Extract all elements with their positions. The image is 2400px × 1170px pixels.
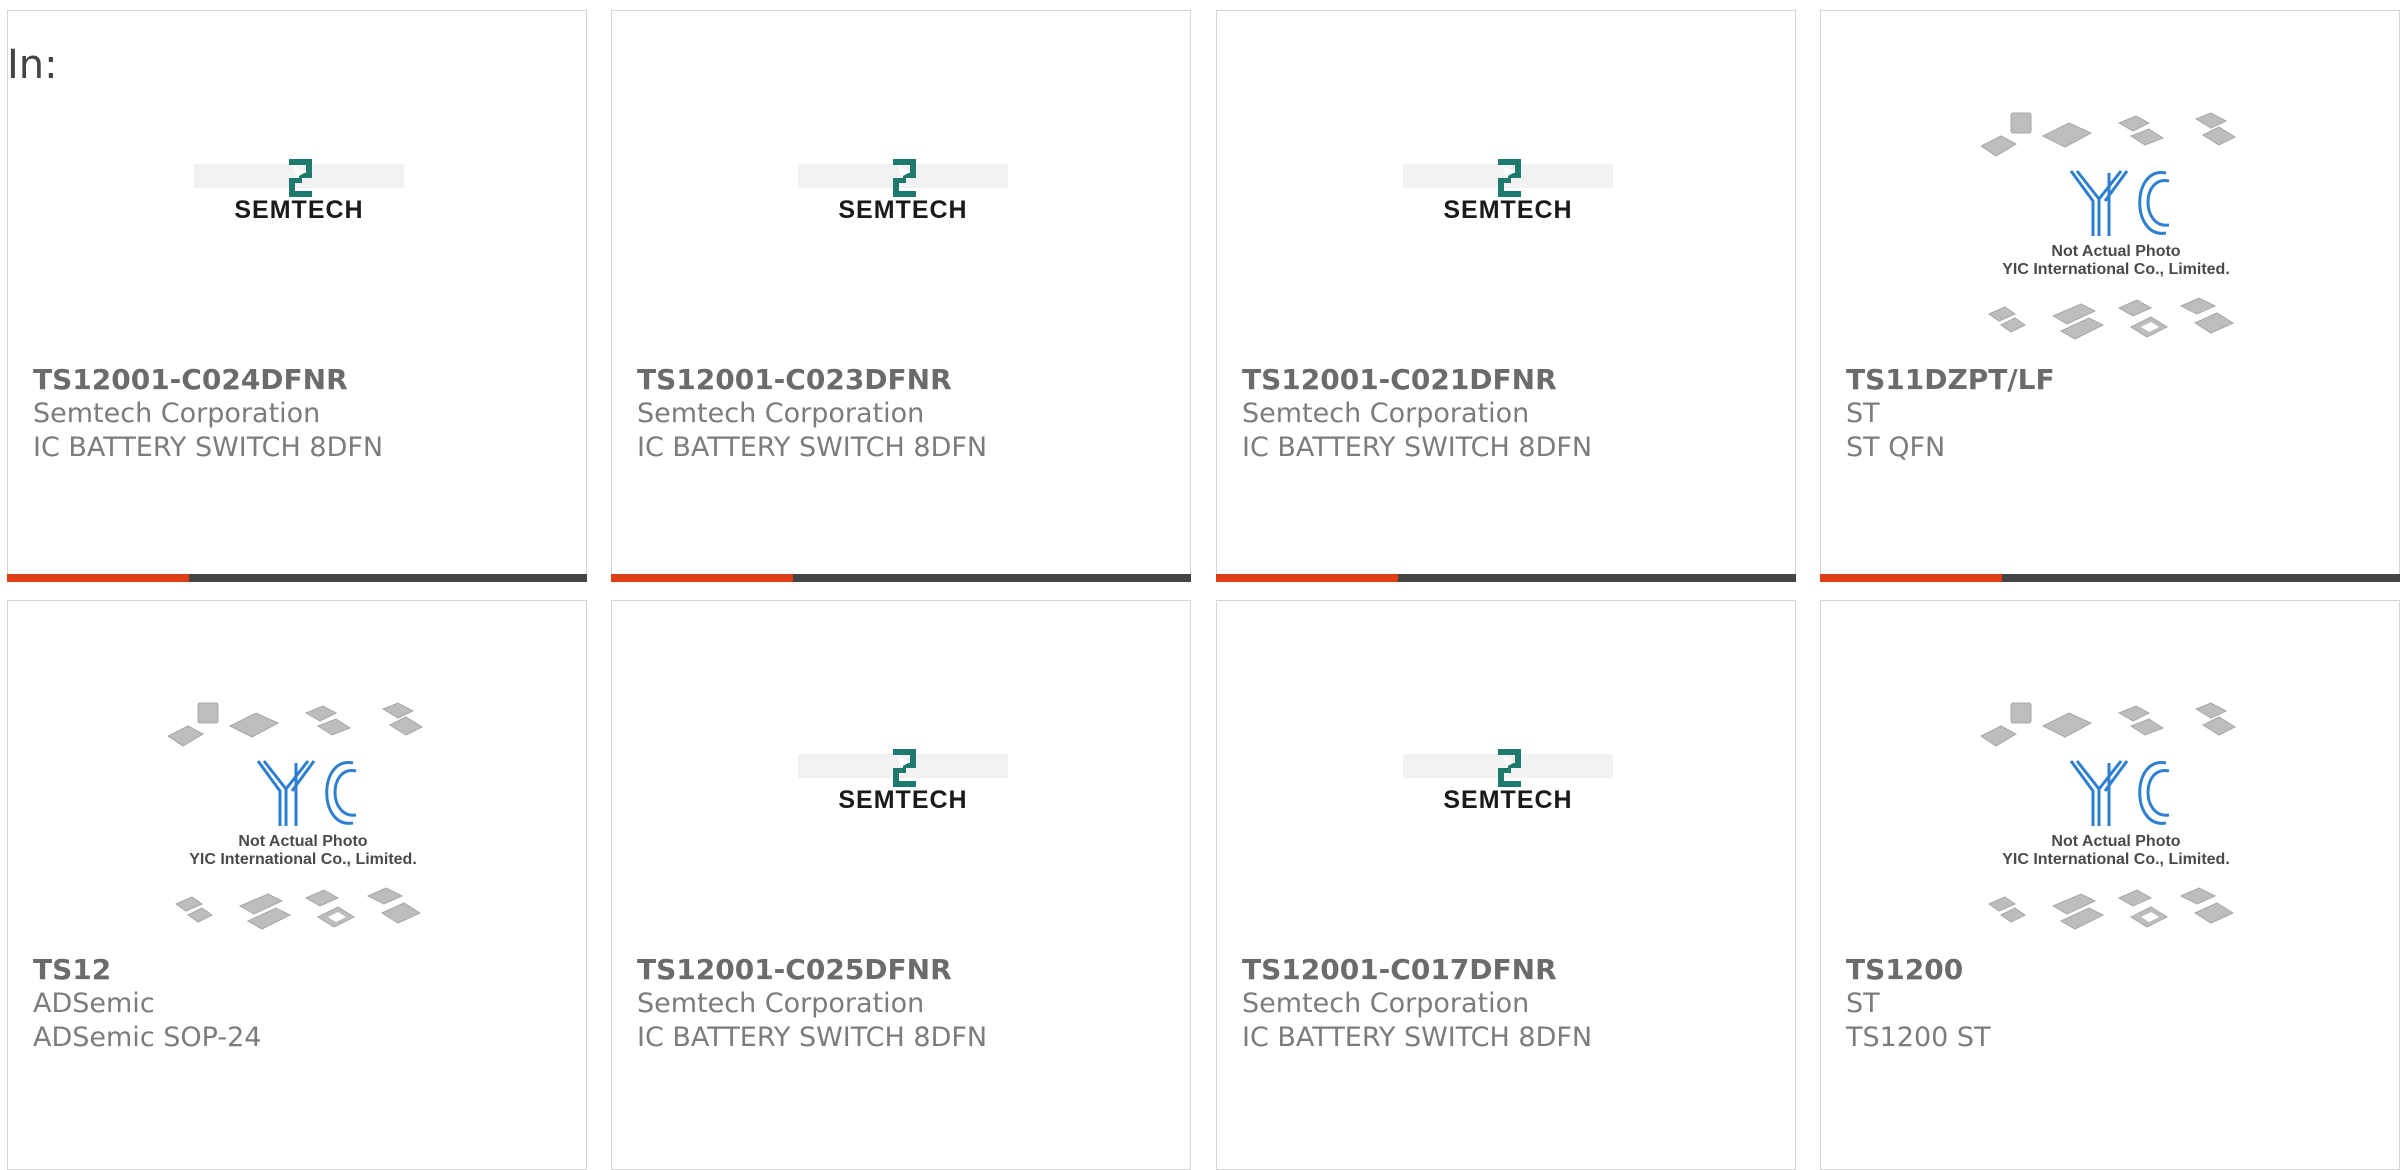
semtech-logo: SEMTECH xyxy=(798,156,1008,226)
in-label: In: xyxy=(7,42,58,88)
card-bottom-bar xyxy=(1820,574,2400,582)
part-number-link[interactable]: TS12001-C021DFNR xyxy=(1242,363,1785,397)
part-number-link[interactable]: TS12001-C025DFNR xyxy=(637,953,1180,987)
product-description: ADSemic SOP-24 xyxy=(33,1022,262,1053)
product-info: TS1200 ST TS1200 ST xyxy=(1846,953,2389,1055)
manufacturer-name: ADSemic xyxy=(33,988,155,1019)
semtech-wordmark: SEMTECH xyxy=(838,196,968,224)
yic-caption-line-1: Not Actual Photo xyxy=(2051,833,2181,850)
manufacturer-name: Semtech Corporation xyxy=(637,398,925,429)
semtech-mark-icon xyxy=(798,159,1008,197)
product-card[interactable]: Not Actual Photo YIC International Co., … xyxy=(1820,600,2400,1170)
manufacturer-name: ST xyxy=(1846,988,1880,1019)
semtech-wordmark: SEMTECH xyxy=(234,196,364,224)
product-card[interactable]: SEMTECH TS12001-C023DFNR Semtech Corporat… xyxy=(611,10,1191,582)
semtech-logo: SEMTECH xyxy=(194,156,404,226)
product-card[interactable]: Not Actual Photo YIC International Co., … xyxy=(7,600,587,1170)
chip-packages-icon xyxy=(1980,112,2237,340)
product-description: IC BATTERY SWITCH 8DFN xyxy=(1242,1022,1593,1053)
product-card[interactable]: SEMTECH TS12001-C017DFNR Semtech Corporat… xyxy=(1216,600,1796,1170)
product-info: TS12001-C017DFNR Semtech Corporation IC BA… xyxy=(1242,953,1785,1055)
product-card[interactable]: SEMTECH TS12001-C025DFNR Semtech Corporat… xyxy=(611,600,1191,1170)
product-info: TS12 ADSemic ADSemic SOP-24 xyxy=(33,953,576,1055)
product-info: TS11DZPT/LF ST ST QFN xyxy=(1846,363,2389,465)
product-card[interactable]: SEMTECH TS12001-C024DFNR Semtech Corporat… xyxy=(7,10,587,582)
yic-placeholder-image: Not Actual Photo YIC International Co., … xyxy=(1980,701,2251,941)
part-number-link[interactable]: TS1200 xyxy=(1846,953,2389,987)
product-image[interactable]: SEMTECH xyxy=(612,11,1190,356)
part-number-link[interactable]: TS11DZPT/LF xyxy=(1846,363,2389,397)
yic-caption-line-2: YIC International Co., Limited. xyxy=(189,851,417,868)
yic-caption-line-1: Not Actual Photo xyxy=(2051,243,2181,260)
chip-packages-icon xyxy=(167,702,424,930)
card-bottom-accent xyxy=(1820,574,2002,582)
product-description: IC BATTERY SWITCH 8DFN xyxy=(33,432,384,463)
semtech-wordmark: SEMTECH xyxy=(1443,196,1573,224)
yic-caption: Not Actual Photo YIC International Co., … xyxy=(1981,243,2251,279)
product-image[interactable]: SEMTECH xyxy=(1217,601,1795,946)
card-bottom-bar xyxy=(611,574,1191,582)
semtech-mark-icon xyxy=(1403,159,1613,197)
yic-caption-line-2: YIC International Co., Limited. xyxy=(2002,851,2230,868)
card-bottom-accent xyxy=(611,574,793,582)
chip-packages-icon xyxy=(1980,702,2237,930)
semtech-logo: SEMTECH xyxy=(1403,156,1613,226)
card-bottom-accent xyxy=(7,574,189,582)
part-number-link[interactable]: TS12001-C024DFNR xyxy=(33,363,576,397)
product-info: TS12001-C025DFNR Semtech Corporation IC BA… xyxy=(637,953,1180,1055)
product-info: TS12001-C021DFNR Semtech Corporation IC BA… xyxy=(1242,363,1785,465)
card-bottom-bar xyxy=(7,574,587,582)
manufacturer-name: Semtech Corporation xyxy=(1242,398,1530,429)
product-image[interactable]: Not Actual Photo YIC International Co., … xyxy=(8,601,586,946)
manufacturer-name: ST xyxy=(1846,398,1880,429)
semtech-mark-icon xyxy=(798,749,1008,787)
manufacturer-name: Semtech Corporation xyxy=(33,398,321,429)
semtech-mark-icon xyxy=(194,159,404,197)
product-image[interactable]: SEMTECH xyxy=(612,601,1190,946)
yic-placeholder-image: Not Actual Photo YIC International Co., … xyxy=(167,701,438,941)
product-image[interactable]: SEMTECH xyxy=(1217,11,1795,356)
product-info: TS12001-C023DFNR Semtech Corporation IC BA… xyxy=(637,363,1180,465)
semtech-logo: SEMTECH xyxy=(1403,746,1613,816)
semtech-wordmark: SEMTECH xyxy=(838,786,968,814)
part-number-link[interactable]: TS12 xyxy=(33,953,576,987)
yic-caption: Not Actual Photo YIC International Co., … xyxy=(168,833,438,869)
semtech-wordmark: SEMTECH xyxy=(1443,786,1573,814)
yic-caption: Not Actual Photo YIC International Co., … xyxy=(1981,833,2251,869)
product-description: TS1200 ST xyxy=(1846,1022,1991,1053)
product-image[interactable]: Not Actual Photo YIC International Co., … xyxy=(1821,11,2399,356)
manufacturer-name: Semtech Corporation xyxy=(1242,988,1530,1019)
part-number-link[interactable]: TS12001-C017DFNR xyxy=(1242,953,1785,987)
product-image[interactable]: Not Actual Photo YIC International Co., … xyxy=(1821,601,2399,946)
semtech-logo: SEMTECH xyxy=(798,746,1008,816)
product-description: IC BATTERY SWITCH 8DFN xyxy=(637,1022,988,1053)
product-info: TS12001-C024DFNR Semtech Corporation IC BA… xyxy=(33,363,576,465)
yic-caption-line-2: YIC International Co., Limited. xyxy=(2002,261,2230,278)
semtech-mark-icon xyxy=(1403,749,1613,787)
product-card[interactable]: Not Actual Photo YIC International Co., … xyxy=(1820,10,2400,582)
product-description: IC BATTERY SWITCH 8DFN xyxy=(637,432,988,463)
part-number-link[interactable]: TS12001-C023DFNR xyxy=(637,363,1180,397)
product-card[interactable]: SEMTECH TS12001-C021DFNR Semtech Corporat… xyxy=(1216,10,1796,582)
manufacturer-name: Semtech Corporation xyxy=(637,988,925,1019)
yic-caption-line-1: Not Actual Photo xyxy=(238,833,368,850)
yic-placeholder-image: Not Actual Photo YIC International Co., … xyxy=(1980,111,2251,351)
product-description: ST QFN xyxy=(1846,432,1946,463)
product-image[interactable]: SEMTECH xyxy=(8,11,586,356)
product-description: IC BATTERY SWITCH 8DFN xyxy=(1242,432,1593,463)
card-bottom-accent xyxy=(1216,574,1398,582)
card-bottom-bar xyxy=(1216,574,1796,582)
